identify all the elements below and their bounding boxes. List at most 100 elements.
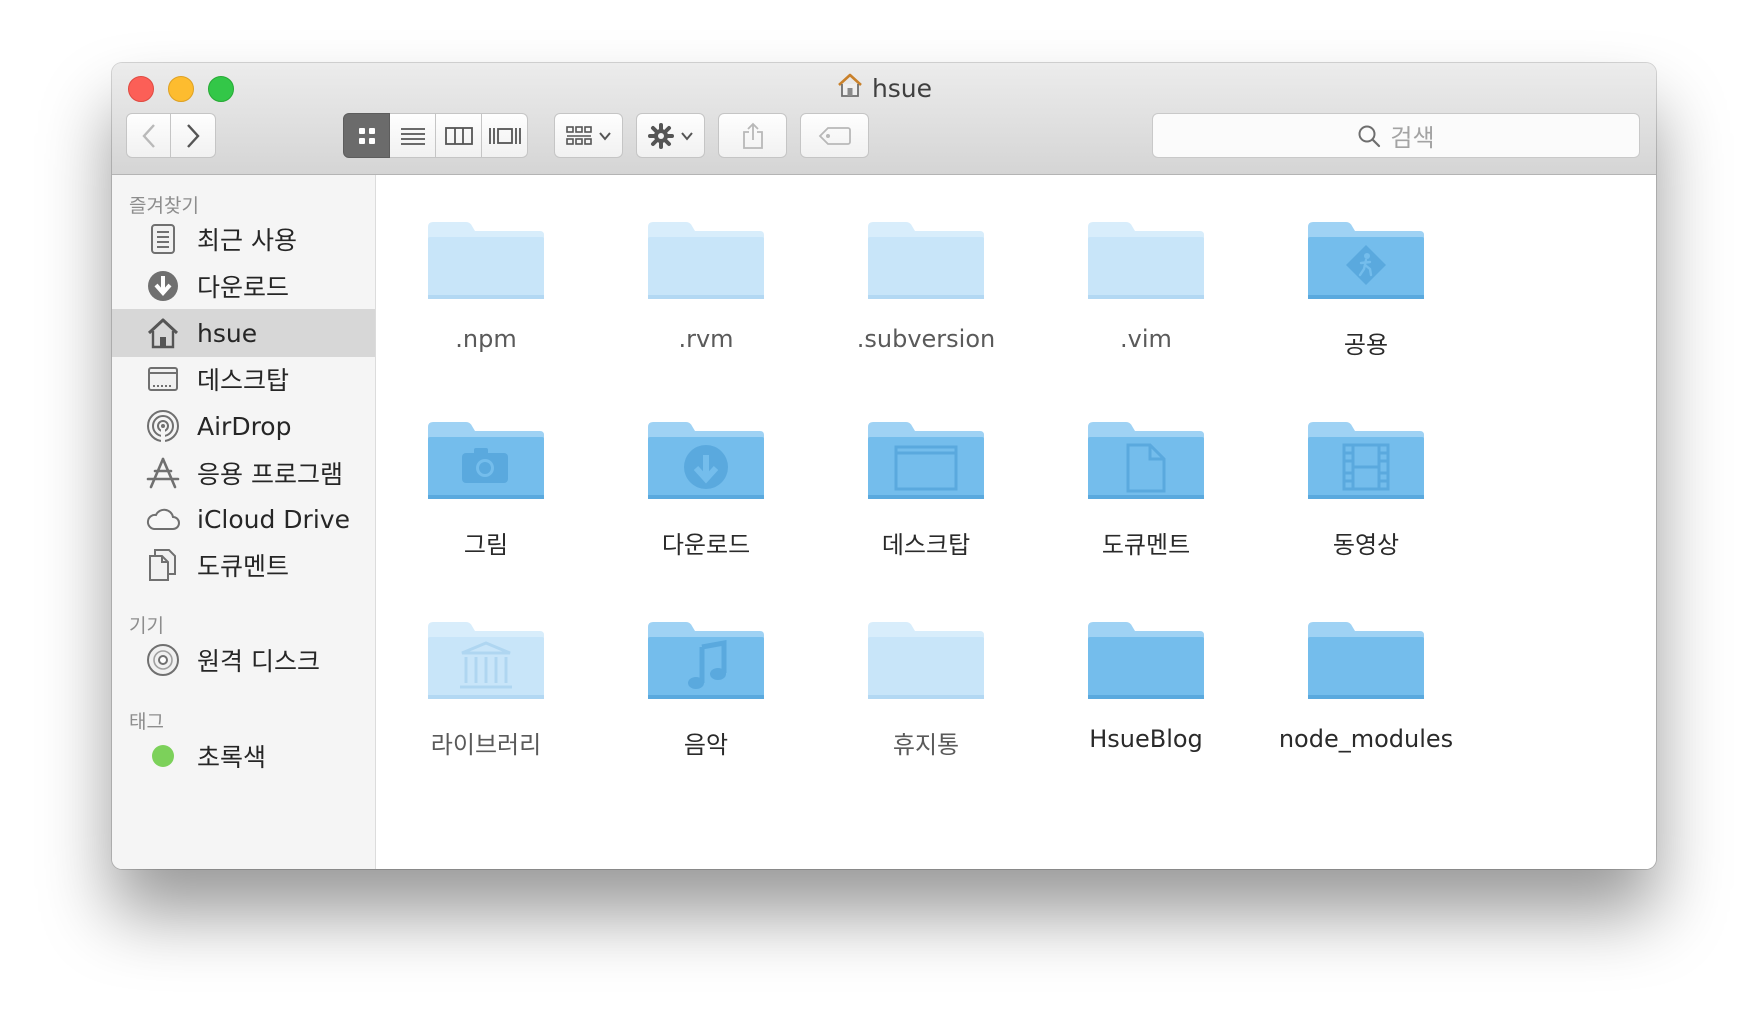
file-label: 음악 xyxy=(683,731,729,759)
recents-icon xyxy=(145,221,181,257)
sidebar: 즐겨찾기 최근 사용 다운로드 hsue 데스크탑 AirDrop 응용 프로그… xyxy=(112,175,376,869)
tag-icon xyxy=(818,126,851,145)
gear-icon xyxy=(647,122,674,149)
back-button[interactable] xyxy=(126,113,171,158)
sidebar-item-label: 초록색 xyxy=(197,743,267,772)
sidebar-item-label: 응용 프로그램 xyxy=(197,460,343,489)
cloud-icon xyxy=(145,501,181,537)
file-label: .subversion xyxy=(856,325,996,353)
folder-item[interactable]: .vim xyxy=(1036,175,1256,375)
chevron-left-icon xyxy=(141,123,155,148)
file-label: .vim xyxy=(1120,325,1172,353)
folder-icon xyxy=(868,222,984,299)
file-label: 다운로드 xyxy=(661,531,751,559)
folder-icon xyxy=(868,622,984,699)
folder-item[interactable]: 공용 xyxy=(1256,175,1476,375)
window-title: hsue xyxy=(112,71,1656,105)
sidebar-item-label: hsue xyxy=(197,318,258,348)
search-placeholder: 검색 xyxy=(1390,124,1435,152)
sidebar-item-desktop[interactable]: 데스크탑 xyxy=(112,355,375,403)
file-label: 라이브러리 xyxy=(430,731,542,759)
tag-button[interactable] xyxy=(800,113,869,158)
folder-icon xyxy=(868,422,984,499)
disc-icon xyxy=(145,642,181,678)
file-label: .rvm xyxy=(678,325,734,353)
sidebar-item-icloud[interactable]: iCloud Drive xyxy=(112,495,375,543)
toolbar: hsue 검색 xyxy=(112,63,1656,175)
sidebar-item-applications[interactable]: 응용 프로그램 xyxy=(112,449,375,497)
folder-icon xyxy=(428,222,544,299)
sidebar-item-label: 최근 사용 xyxy=(197,226,297,255)
applications-icon xyxy=(145,455,181,491)
action-button[interactable] xyxy=(636,113,705,158)
arrange-button[interactable] xyxy=(554,113,623,158)
documents-icon xyxy=(145,547,181,583)
folder-item[interactable]: 음악 xyxy=(596,575,816,775)
file-label: .npm xyxy=(455,325,517,353)
sidebar-item-tag-green[interactable]: 초록색 xyxy=(112,732,375,780)
file-label: 도큐멘트 xyxy=(1101,531,1191,559)
camera-icon xyxy=(462,448,508,483)
sidebar-item-downloads[interactable]: 다운로드 xyxy=(112,262,375,310)
folder-icon xyxy=(648,422,764,499)
download-icon xyxy=(684,445,728,489)
sidebar-item-label: iCloud Drive xyxy=(197,504,350,534)
coverflow-icon xyxy=(488,127,521,144)
download-icon xyxy=(145,268,181,304)
folder-icon xyxy=(428,422,544,499)
chevron-down-icon xyxy=(680,131,693,141)
folder-item[interactable]: 도큐멘트 xyxy=(1036,375,1256,575)
folder-icon xyxy=(1308,222,1424,299)
file-label: 데스크탑 xyxy=(881,531,971,559)
folder-item[interactable]: .subversion xyxy=(816,175,1036,375)
coverflow-view-button[interactable] xyxy=(482,113,528,158)
folder-item[interactable]: .rvm xyxy=(596,175,816,375)
list-icon xyxy=(400,127,425,145)
sidebar-item-label: 도큐멘트 xyxy=(197,552,290,581)
sidebar-item-label: AirDrop xyxy=(197,411,292,441)
folder-item[interactable]: 동영상 xyxy=(1256,375,1476,575)
folder-item[interactable]: 그림 xyxy=(376,375,596,575)
file-label: 공용 xyxy=(1343,331,1389,359)
folder-icon xyxy=(1088,622,1204,699)
folder-icon xyxy=(428,622,544,699)
sidebar-item-airdrop[interactable]: AirDrop xyxy=(112,402,375,450)
folder-icon xyxy=(1308,422,1424,499)
search-icon xyxy=(1358,125,1381,147)
sidebar-item-documents[interactable]: 도큐멘트 xyxy=(112,541,375,589)
folder-item[interactable]: 데스크탑 xyxy=(816,375,1036,575)
file-label: node_modules xyxy=(1278,725,1454,753)
folder-item[interactable]: 다운로드 xyxy=(596,375,816,575)
arrange-grid-icon xyxy=(565,125,592,145)
folder-item[interactable]: .npm xyxy=(376,175,596,375)
column-view-button[interactable] xyxy=(436,113,482,158)
sidebar-item-recents[interactable]: 최근 사용 xyxy=(112,215,375,263)
share-button[interactable] xyxy=(718,113,787,158)
chevron-down-icon xyxy=(598,131,611,141)
home-icon xyxy=(836,72,864,104)
airdrop-icon xyxy=(145,408,181,444)
window-title-text: hsue xyxy=(871,73,933,103)
sidebar-item-remote-disc[interactable]: 원격 디스크 xyxy=(112,636,375,684)
icon-view-button[interactable] xyxy=(343,113,390,158)
desktop-icon xyxy=(145,361,181,397)
sidebar-item-home[interactable]: hsue xyxy=(112,309,375,357)
file-label: 휴지통 xyxy=(892,731,960,759)
file-label: 동영상 xyxy=(1332,531,1400,559)
share-icon xyxy=(742,122,763,149)
list-view-button[interactable] xyxy=(390,113,436,158)
search-field[interactable]: 검색 xyxy=(1152,113,1640,158)
home-icon xyxy=(145,315,181,351)
file-label: HsueBlog xyxy=(1089,725,1203,753)
icon-grid-icon xyxy=(358,127,375,144)
folder-icon xyxy=(1088,222,1204,299)
navigation-group xyxy=(126,113,216,158)
folder-item[interactable]: node_modules xyxy=(1256,575,1476,775)
green-tag-icon xyxy=(145,738,181,774)
folder-item[interactable]: 라이브러리 xyxy=(376,575,596,775)
forward-button[interactable] xyxy=(171,113,216,158)
folder-icon xyxy=(1308,622,1424,699)
folder-item[interactable]: 휴지통 xyxy=(816,575,1036,775)
folder-item[interactable]: HsueBlog xyxy=(1036,575,1256,775)
folder-icon xyxy=(1088,422,1204,499)
